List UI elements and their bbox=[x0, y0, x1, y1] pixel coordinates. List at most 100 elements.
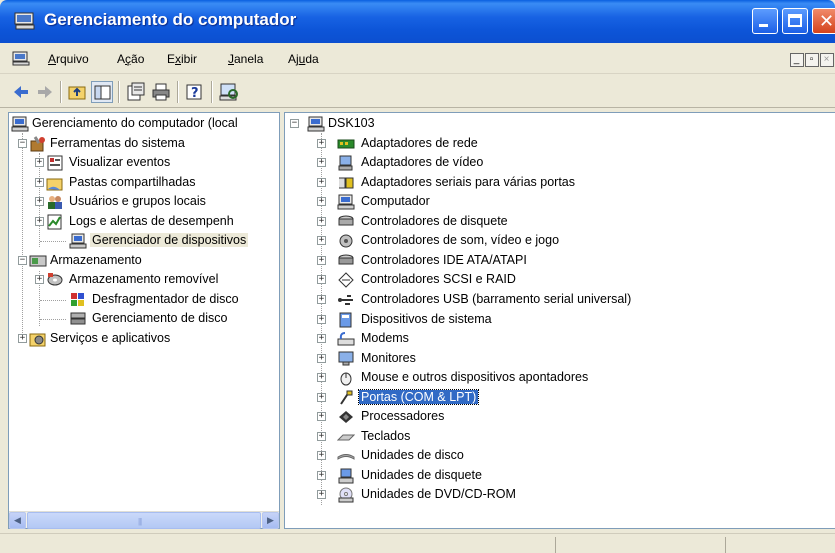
menu-item-text: E bbox=[167, 52, 176, 66]
child-minimize-icon[interactable]: _ bbox=[790, 53, 804, 67]
expand-icon[interactable]: + bbox=[35, 197, 44, 206]
help-icon: ? bbox=[186, 84, 202, 101]
close-button[interactable]: ✕ bbox=[812, 8, 835, 34]
child-restore-icon[interactable]: ▫ bbox=[805, 53, 819, 67]
minimize-button[interactable] bbox=[752, 8, 778, 34]
up-one-level-button[interactable] bbox=[66, 81, 88, 103]
tree-node-label: Unidades de disquete bbox=[361, 467, 482, 482]
folder-up-icon bbox=[68, 86, 86, 100]
device-category-item[interactable]: + Teclados bbox=[285, 427, 835, 446]
scan-hardware-button[interactable] bbox=[218, 81, 240, 103]
device-tree-pane[interactable]: − DSK103 + Adaptadores de rede + Adaptadores … bbox=[284, 112, 835, 529]
expand-icon[interactable]: + bbox=[317, 392, 326, 402]
computer-icon bbox=[307, 116, 325, 132]
device-category-item[interactable]: + Portas (COM & LPT) bbox=[285, 388, 835, 407]
expand-icon[interactable]: + bbox=[317, 451, 326, 461]
expand-icon[interactable]: + bbox=[317, 138, 326, 148]
scroll-left-button[interactable]: ◀ bbox=[9, 512, 26, 529]
device-category-item[interactable]: + Controladores IDE ATA/ATAPI bbox=[285, 251, 835, 270]
device-category-item[interactable]: + Unidades de disquete bbox=[285, 466, 835, 485]
tree-node-label: Controladores IDE ATA/ATAPI bbox=[361, 252, 527, 267]
expand-icon[interactable]: + bbox=[317, 158, 326, 168]
scroll-right-button[interactable]: ▶ bbox=[262, 512, 279, 529]
menu-item[interactable]: Ação bbox=[117, 52, 144, 66]
expand-icon[interactable]: + bbox=[317, 314, 326, 324]
floppy-controller-icon bbox=[338, 215, 354, 226]
expand-icon[interactable]: + bbox=[317, 177, 326, 187]
back-button[interactable] bbox=[10, 81, 32, 103]
title-bar[interactable]: Gerenciamento do computador ✕ bbox=[0, 0, 835, 43]
expand-icon[interactable]: + bbox=[317, 216, 326, 226]
device-category-item[interactable]: + Unidades de DVD/CD-ROM bbox=[285, 485, 835, 504]
expand-icon[interactable]: + bbox=[317, 255, 326, 265]
event-viewer-icon bbox=[47, 155, 63, 171]
menu-item[interactable]: Arquivo bbox=[48, 52, 89, 66]
expand-icon[interactable]: + bbox=[317, 275, 326, 285]
device-category-item[interactable]: + Controladores de disquete bbox=[285, 212, 835, 231]
menu-item[interactable]: Janela bbox=[228, 52, 263, 66]
users-icon bbox=[48, 196, 62, 209]
device-category-item[interactable]: + Adaptadores de rede bbox=[285, 134, 835, 153]
expand-icon[interactable]: + bbox=[317, 236, 326, 246]
device-category-item[interactable]: + Controladores USB (barramento serial un… bbox=[285, 290, 835, 309]
device-category-item[interactable]: + Dispositivos de sistema bbox=[285, 310, 835, 329]
services-icon bbox=[29, 333, 46, 346]
help-button[interactable]: ? bbox=[184, 81, 206, 103]
expand-icon[interactable]: + bbox=[317, 490, 326, 500]
properties-button[interactable] bbox=[125, 81, 147, 103]
expand-icon[interactable]: + bbox=[35, 216, 44, 226]
tree-node-label: Mouse e outros dispositivos apontadores bbox=[361, 370, 589, 385]
properties-icon bbox=[127, 82, 145, 101]
system-device-icon bbox=[339, 312, 352, 327]
back-arrow-icon bbox=[14, 86, 28, 98]
tools-icon bbox=[30, 135, 45, 151]
console-tree-icon bbox=[94, 85, 111, 100]
expand-icon[interactable]: + bbox=[317, 294, 326, 304]
device-category-item[interactable]: + Processadores bbox=[285, 407, 835, 426]
toolbar-separator bbox=[118, 81, 120, 103]
expand-icon[interactable]: + bbox=[35, 177, 44, 187]
print-button[interactable] bbox=[150, 81, 172, 103]
scrollbar-thumb[interactable]: ||| bbox=[27, 512, 261, 529]
device-category-item[interactable]: + Mouse e outros dispositivos apontadores bbox=[285, 368, 835, 387]
show-hide-tree-button[interactable] bbox=[91, 81, 113, 103]
device-category-item[interactable]: + Modems bbox=[285, 329, 835, 348]
console-tree-pane[interactable]: Gerenciamento do computador (local − Ferra… bbox=[8, 112, 280, 529]
expand-icon[interactable]: + bbox=[317, 470, 326, 480]
device-category-item[interactable]: + Unidades de disco bbox=[285, 446, 835, 465]
maximize-icon bbox=[788, 14, 802, 27]
device-category-item[interactable]: + Adaptadores de vídeo bbox=[285, 153, 835, 172]
collapse-icon[interactable]: − bbox=[18, 138, 27, 148]
tree-node-label: Gerenciador de dispositivos bbox=[90, 233, 249, 247]
expand-icon[interactable]: + bbox=[317, 373, 326, 383]
menu-item-text: anela bbox=[234, 52, 264, 66]
menu-item[interactable]: Ajuda bbox=[288, 52, 319, 66]
minimize-icon bbox=[759, 24, 768, 27]
collapse-icon[interactable]: − bbox=[290, 119, 299, 128]
expand-icon[interactable]: + bbox=[35, 158, 44, 167]
tree-node-label: Processadores bbox=[361, 409, 445, 424]
device-category-item[interactable]: + Controladores SCSI e RAID bbox=[285, 270, 835, 289]
device-category-item[interactable]: + Monitores bbox=[285, 349, 835, 368]
device-tree-root[interactable]: − DSK103 bbox=[285, 114, 835, 133]
device-category-item[interactable]: + Adaptadores seriais para várias portas bbox=[285, 173, 835, 192]
toolbar-separator bbox=[211, 81, 213, 103]
collapse-icon[interactable]: − bbox=[18, 255, 27, 265]
expand-icon[interactable]: + bbox=[317, 431, 326, 441]
forward-button[interactable] bbox=[34, 81, 56, 103]
expand-icon[interactable]: + bbox=[317, 412, 326, 422]
child-close-icon[interactable]: × bbox=[820, 53, 834, 67]
menu-item[interactable]: Exibir bbox=[167, 52, 197, 66]
maximize-button[interactable] bbox=[782, 8, 808, 34]
device-category-item[interactable]: + Computador bbox=[285, 192, 835, 211]
defrag-icon bbox=[71, 292, 84, 306]
expand-icon[interactable]: + bbox=[317, 197, 326, 207]
expand-icon[interactable]: + bbox=[35, 275, 44, 284]
device-category-item[interactable]: + Controladores de som, vídeo e jogo bbox=[285, 231, 835, 250]
mmc-system-menu-icon[interactable] bbox=[12, 51, 30, 66]
expand-icon[interactable]: + bbox=[317, 334, 326, 344]
expand-icon[interactable]: + bbox=[18, 333, 27, 343]
computer-icon bbox=[337, 194, 355, 210]
horizontal-scrollbar[interactable]: ◀ ||| ▶ bbox=[9, 511, 279, 529]
expand-icon[interactable]: + bbox=[317, 353, 326, 363]
